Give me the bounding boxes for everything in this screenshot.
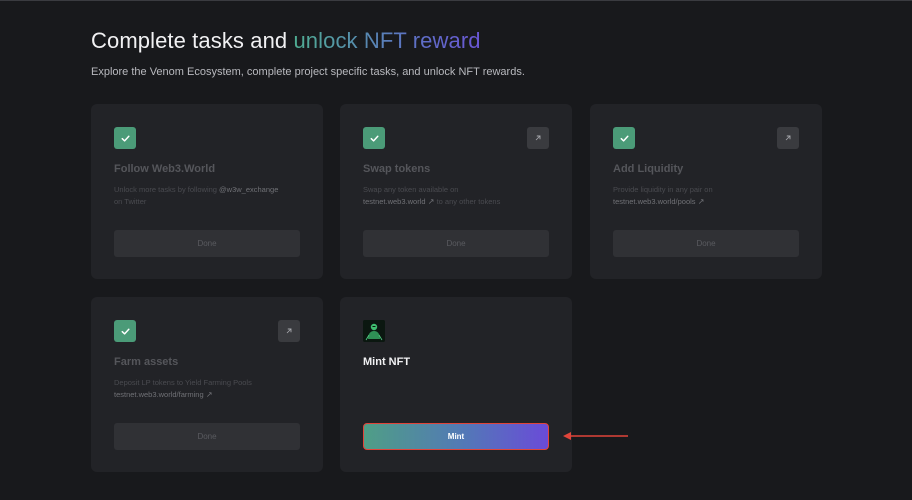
task-description: Deposit LP tokens to Yield Farming Pools… bbox=[114, 378, 252, 399]
mint-button[interactable]: Mint bbox=[363, 423, 549, 450]
check-icon bbox=[363, 127, 385, 149]
done-button[interactable]: Done bbox=[613, 230, 799, 257]
arrow-up-right-icon[interactable] bbox=[777, 127, 799, 149]
task-title: Follow Web3.World bbox=[114, 163, 216, 175]
arrow-up-right-icon[interactable] bbox=[278, 320, 300, 342]
done-button[interactable]: Done bbox=[114, 423, 300, 450]
nft-avatar-icon bbox=[363, 320, 385, 342]
task-link[interactable]: testnet.web3.world/farming bbox=[114, 390, 204, 399]
mint-title: Mint NFT bbox=[363, 356, 411, 368]
arrow-up-right-icon: ↗ bbox=[695, 197, 705, 206]
task-card-liquidity: Add Liquidity Provide liquidity in any p… bbox=[590, 104, 822, 279]
task-card-swap: Swap tokens Swap any token available on t… bbox=[340, 104, 572, 279]
mint-nft-card: Mint NFT Mint bbox=[340, 297, 572, 472]
task-description: Swap any token available on testnet.web3.… bbox=[363, 185, 501, 206]
task-title: Farm assets bbox=[114, 356, 179, 368]
check-icon bbox=[613, 127, 635, 149]
task-description: Provide liquidity in any pair on testnet.… bbox=[613, 185, 713, 206]
task-title: Swap tokens bbox=[363, 163, 431, 175]
top-divider bbox=[0, 0, 912, 1]
page-title: Complete tasks and unlock NFT reward bbox=[91, 28, 481, 54]
arrow-up-right-icon[interactable] bbox=[527, 127, 549, 149]
check-icon bbox=[114, 320, 136, 342]
page-subtitle: Explore the Venom Ecosystem, complete pr… bbox=[91, 66, 525, 78]
done-button[interactable]: Done bbox=[114, 230, 300, 257]
check-icon bbox=[114, 127, 136, 149]
done-button[interactable]: Done bbox=[363, 230, 549, 257]
task-link[interactable]: @w3w_exchange bbox=[219, 185, 278, 194]
task-link[interactable]: testnet.web3.world bbox=[363, 197, 426, 206]
task-card-follow: Follow Web3.World Unlock more tasks by f… bbox=[91, 104, 323, 279]
page-title-highlight: unlock NFT reward bbox=[293, 28, 481, 53]
task-link[interactable]: testnet.web3.world/pools bbox=[613, 197, 696, 206]
annotation-arrow bbox=[563, 432, 628, 440]
page-title-plain: Complete tasks and bbox=[91, 28, 294, 53]
task-title: Add Liquidity bbox=[613, 163, 684, 175]
arrow-up-right-icon: ↗ bbox=[203, 390, 213, 399]
task-card-farm: Farm assets Deposit LP tokens to Yield F… bbox=[91, 297, 323, 472]
task-description: Unlock more tasks by following @w3w_exch… bbox=[114, 185, 279, 206]
